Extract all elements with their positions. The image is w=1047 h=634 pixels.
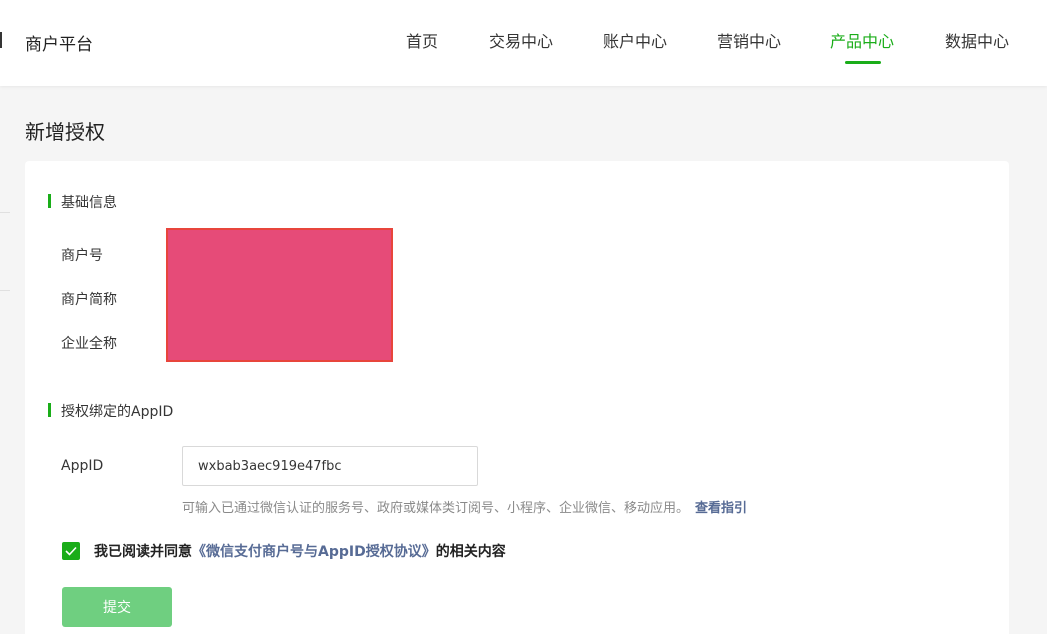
checkmark-icon xyxy=(65,546,77,556)
appid-hint: 可输入已通过微信认证的服务号、政府或媒体类订阅号、小程序、企业微信、移动应用。查… xyxy=(182,497,747,516)
active-nav-underline xyxy=(845,61,881,64)
sidebar-edge-mark xyxy=(0,32,2,48)
page-title: 新增授权 xyxy=(25,120,105,144)
brand-title: 商户平台 xyxy=(25,35,93,55)
merchant-id-label: 商户号 xyxy=(61,248,103,264)
nav-label: 交易中心 xyxy=(489,32,554,51)
top-navigation-bar: 商户平台 首页 交易中心 账户中心 营销中心 产品中心 数据中心 xyxy=(0,0,1047,86)
nav-label: 数据中心 xyxy=(945,32,1010,51)
agreement-checkbox[interactable] xyxy=(62,542,80,560)
appid-label: AppID xyxy=(61,458,104,474)
redacted-merchant-info xyxy=(166,228,393,362)
agreement-prefix: 我已阅读并同意 xyxy=(94,544,192,560)
nav-label: 账户中心 xyxy=(603,32,668,51)
sidebar-divider xyxy=(0,212,10,213)
authorization-form-card: 基础信息 商户号 商户简称 企业全称 授权绑定的AppID AppID 可输入已… xyxy=(25,161,1009,634)
nav-label: 首页 xyxy=(406,32,439,51)
merchant-short-name-label: 商户简称 xyxy=(61,292,117,308)
appid-hint-text: 可输入已通过微信认证的服务号、政府或媒体类订阅号、小程序、企业微信、移动应用。 xyxy=(182,501,690,516)
sidebar-divider xyxy=(0,290,10,291)
appid-section-title: 授权绑定的AppID xyxy=(48,401,173,421)
nav-marketing[interactable]: 营销中心 xyxy=(717,28,781,68)
submit-button[interactable]: 提交 xyxy=(62,587,172,627)
nav-home[interactable]: 首页 xyxy=(406,28,438,68)
appid-input[interactable] xyxy=(182,446,478,486)
nav-label: 营销中心 xyxy=(717,32,782,51)
nav-label: 产品中心 xyxy=(830,32,895,51)
nav-account[interactable]: 账户中心 xyxy=(603,28,667,68)
agreement-row: 我已阅读并同意 《微信支付商户号与AppID授权协议》 的相关内容 xyxy=(62,541,506,561)
basic-info-section-title: 基础信息 xyxy=(48,192,117,212)
company-full-name-label: 企业全称 xyxy=(61,336,117,352)
nav-products[interactable]: 产品中心 xyxy=(830,28,894,68)
view-guide-link[interactable]: 查看指引 xyxy=(695,501,747,516)
nav-transactions[interactable]: 交易中心 xyxy=(489,28,553,68)
agreement-link[interactable]: 《微信支付商户号与AppID授权协议》 xyxy=(192,541,436,561)
agreement-suffix: 的相关内容 xyxy=(435,544,506,560)
nav-data[interactable]: 数据中心 xyxy=(945,28,1009,68)
